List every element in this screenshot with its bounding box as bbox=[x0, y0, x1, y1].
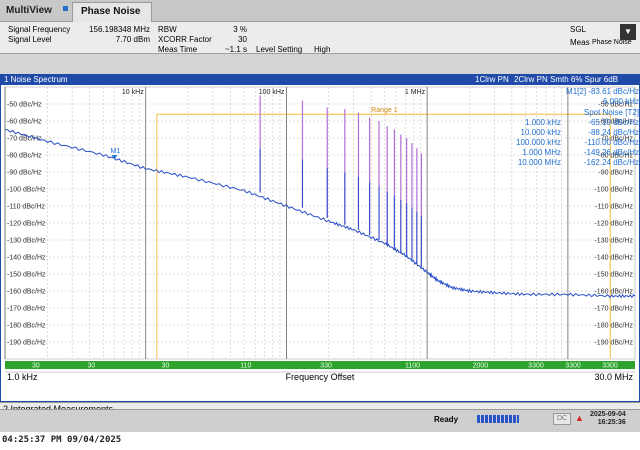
status-datetime: 2025-09-04 16:25:36 bbox=[590, 411, 626, 427]
capture-footer: 04:25:37 PM 09/04/2025 bbox=[0, 432, 640, 450]
x-end-label: 30.0 MHz bbox=[594, 372, 633, 382]
y-tick-label-right: -130 dBc/Hz bbox=[594, 238, 633, 245]
status-date: 2025-09-04 bbox=[590, 411, 626, 418]
spot-noise-freq: 10.000 kHz bbox=[520, 128, 561, 137]
noise-spectrum-diagram: 1 Noise Spectrum 1Clrw PN 2Clrw PN Smth … bbox=[0, 74, 640, 402]
y-tick-label: -150 dBc/Hz bbox=[7, 272, 46, 279]
y-tick-label-right: -170 dBc/Hz bbox=[594, 306, 633, 313]
y-tick-label-right: -90 dBc/Hz bbox=[598, 170, 633, 177]
m1-level: -83.61 dBc/Hz bbox=[588, 87, 639, 96]
signal-frequency-label: Signal Frequency bbox=[8, 25, 71, 34]
signal-level-value: 7.70 dBm bbox=[115, 35, 150, 44]
meas-time-label: Meas Time bbox=[158, 45, 198, 54]
signal-frequency-value: 156.198348 MHz bbox=[89, 25, 150, 34]
y-tick-label-right: -160 dBc/Hz bbox=[594, 289, 633, 296]
spot-noise-value: -65.19 dBc/Hz bbox=[588, 118, 639, 127]
x-start-label: 1.0 kHz bbox=[7, 372, 38, 382]
span-bar-label: 3300 bbox=[528, 363, 544, 370]
span-bar-label: 1100 bbox=[405, 363, 420, 370]
y-tick-label: -170 dBc/Hz bbox=[7, 306, 46, 313]
span-bar-label: 30 bbox=[162, 363, 170, 370]
tab-indicator-icon bbox=[63, 6, 68, 11]
m1-marker-label: M1 bbox=[110, 148, 120, 155]
y-tick-label: -190 dBc/Hz bbox=[7, 340, 46, 347]
y-tick-label-right: -150 dBc/Hz bbox=[594, 272, 633, 279]
rbw-label: RBW bbox=[158, 25, 177, 34]
y-tick-label: -180 dBc/Hz bbox=[7, 323, 46, 330]
span-bar-label: 3300 bbox=[602, 363, 618, 370]
range-label: Range 1 bbox=[371, 107, 398, 114]
spot-noise-freq: 1.000 kHz bbox=[524, 118, 561, 127]
y-tick-label: -140 dBc/Hz bbox=[7, 255, 46, 262]
m1-label: M1[2] bbox=[566, 87, 587, 96]
warning-icon[interactable]: ▲ bbox=[575, 413, 585, 423]
y-tick-label: -130 dBc/Hz bbox=[7, 238, 46, 245]
y-tick-label: -80 dBc/Hz bbox=[7, 153, 42, 160]
y-tick-label-right: -120 dBc/Hz bbox=[594, 221, 633, 228]
status-bar: Ready DC ▲ 2025-09-04 16:25:36 bbox=[0, 409, 640, 432]
x-tick-label: 1 MHz bbox=[405, 89, 426, 96]
y-tick-label: -160 dBc/Hz bbox=[7, 289, 46, 296]
x-tick-label: 100 kHz bbox=[259, 89, 285, 96]
sgl-indicator: SGL bbox=[570, 25, 587, 34]
spot-noise-value: -149.26 dBc/Hz bbox=[583, 148, 639, 157]
xcorr-label: XCORR Factor bbox=[158, 35, 212, 44]
meas-time-value: ~1.1 s bbox=[224, 45, 247, 54]
diagram-title: 1 Noise Spectrum bbox=[4, 75, 68, 84]
progress-bar bbox=[477, 415, 519, 423]
rbw-value: 3 % bbox=[233, 25, 247, 34]
level-setting-label: Level Setting bbox=[256, 45, 303, 54]
spot-noise-value: -162.24 dBc/Hz bbox=[583, 158, 639, 167]
span-bar-label: 110 bbox=[240, 363, 251, 370]
x-tick-label: 10 kHz bbox=[122, 89, 144, 96]
y-tick-label-right: -190 dBc/Hz bbox=[594, 340, 633, 347]
span-bar-label: 330 bbox=[320, 363, 332, 370]
status-ready: Ready bbox=[434, 415, 459, 424]
level-setting-value: High bbox=[314, 45, 331, 54]
x-axis-title: Frequency Offset bbox=[286, 372, 355, 382]
tab-multiview[interactable]: MultiView bbox=[0, 0, 58, 22]
y-tick-label-right: -100 dBc/Hz bbox=[594, 187, 633, 194]
y-tick-label: -90 dBc/Hz bbox=[7, 170, 42, 177]
m1-readout-line: M1[2] -83.61 dBc/Hz bbox=[499, 87, 639, 97]
diagram-title-bar: 1 Noise Spectrum 1Clrw PN 2Clrw PN Smth … bbox=[1, 75, 639, 85]
span-bar-label: 3300 bbox=[565, 363, 581, 370]
span-bar-label: 30 bbox=[32, 363, 40, 370]
spot-noise-freq: 100.000 kHz bbox=[516, 138, 561, 147]
dc-coupling-button[interactable]: DC bbox=[553, 413, 571, 425]
y-tick-label-right: -180 dBc/Hz bbox=[594, 323, 633, 330]
trace1-legend: 1Clrw PN bbox=[475, 75, 509, 84]
spot-noise-value: -88.24 dBc/Hz bbox=[588, 128, 639, 137]
trace2-legend: 2Clrw PN Smth 6% Spur 6dB bbox=[514, 75, 619, 84]
spot-noise-freq: 1.000 MHz bbox=[522, 148, 561, 157]
tab-phase-noise[interactable]: Phase Noise bbox=[72, 2, 152, 22]
y-tick-label: -110 dBc/Hz bbox=[7, 204, 45, 211]
y-tick-label-right: -110 dBc/Hz bbox=[595, 204, 633, 211]
measurement-parameters: Signal Frequency 156.198348 MHz Signal L… bbox=[0, 22, 640, 54]
tab-bar: MultiView Phase Noise bbox=[0, 0, 640, 22]
span-bar-label: 30 bbox=[88, 363, 96, 370]
analyzer-window: MultiView Phase Noise Signal Frequency 1… bbox=[0, 0, 640, 432]
y-tick-label: -60 dBc/Hz bbox=[7, 119, 42, 126]
menu-chevron-icon[interactable]: ▼ bbox=[620, 24, 636, 40]
y-tick-label-right: -140 dBc/Hz bbox=[594, 255, 633, 262]
y-tick-label: -100 dBc/Hz bbox=[7, 187, 46, 194]
spot-noise-freq: 10.000 MHz bbox=[517, 158, 561, 167]
spot-noise-value: -110.00 dBc/Hz bbox=[584, 138, 639, 147]
span-bar-label: 2000 bbox=[473, 363, 489, 370]
y-tick-label: -70 dBc/Hz bbox=[7, 136, 42, 143]
spot-noise-title: Spot Noise [T2] bbox=[583, 108, 639, 117]
y-tick-label: -50 dBc/Hz bbox=[7, 102, 42, 109]
m1-frequency: 6.000 kHz bbox=[602, 97, 639, 106]
capture-timestamp: 04:25:37 PM 09/04/2025 bbox=[2, 435, 122, 445]
xcorr-value: 30 bbox=[238, 35, 247, 44]
y-tick-label: -120 dBc/Hz bbox=[7, 221, 46, 228]
meas-label: Meas bbox=[570, 38, 590, 47]
status-time: 16:25:36 bbox=[597, 419, 626, 426]
signal-level-label: Signal Level bbox=[8, 35, 52, 44]
